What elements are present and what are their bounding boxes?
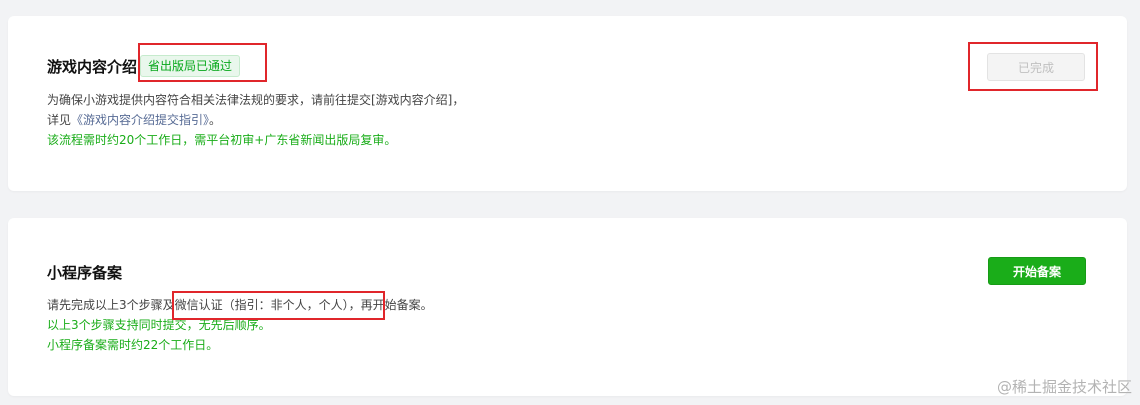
game-content-desc-line-1: 为确保小游戏提供内容符合相关法律法规的要求，请前往提交[游戏内容介绍]， xyxy=(47,93,465,107)
watermark: @稀土掘金技术社区 xyxy=(996,378,1132,396)
completed-button[interactable]: 已完成 xyxy=(987,53,1085,81)
game-content-title: 游戏内容介绍 xyxy=(47,57,138,76)
status-badge: 省出版局已通过 xyxy=(140,55,241,77)
game-content-header: 游戏内容介绍 省出版局已通过 xyxy=(47,52,241,80)
filing-desc-line-2: 以上3个步骤支持同时提交，无先后顺序。 xyxy=(47,318,271,332)
filing-desc-line-3: 小程序备案需时约22个工作日。 xyxy=(47,338,219,352)
mini-program-filing-card: 小程序备案 请先完成以上3个步骤及微信认证（指引：非个人，个人），再开始备案。 … xyxy=(8,218,1127,396)
filing-description: 请先完成以上3个步骤及微信认证（指引：非个人，个人），再开始备案。 以上3个步骤… xyxy=(47,295,433,355)
game-content-desc-line-2: 详见《游戏内容介绍提交指引》。 xyxy=(47,110,464,130)
guide-prefix: 详见 xyxy=(47,113,72,127)
guide-link[interactable]: 《游戏内容介绍提交指引》 xyxy=(71,113,209,127)
guide-suffix: 。 xyxy=(209,113,222,127)
game-content-description: 为确保小游戏提供内容符合相关法律法规的要求，请前往提交[游戏内容介绍]， 详见《… xyxy=(47,90,464,150)
filing-desc-line-1: 请先完成以上3个步骤及微信认证（指引：非个人，个人），再开始备案。 xyxy=(47,298,433,312)
filing-header: 小程序备案 xyxy=(47,258,122,286)
game-content-card: 游戏内容介绍 省出版局已通过 为确保小游戏提供内容符合相关法律法规的要求，请前往… xyxy=(8,16,1127,191)
start-filing-button[interactable]: 开始备案 xyxy=(988,257,1086,285)
filing-title: 小程序备案 xyxy=(47,263,123,282)
game-content-desc-line-3: 该流程需时约20个工作日，需平台初审+广东省新闻出版局复审。 xyxy=(47,133,397,147)
